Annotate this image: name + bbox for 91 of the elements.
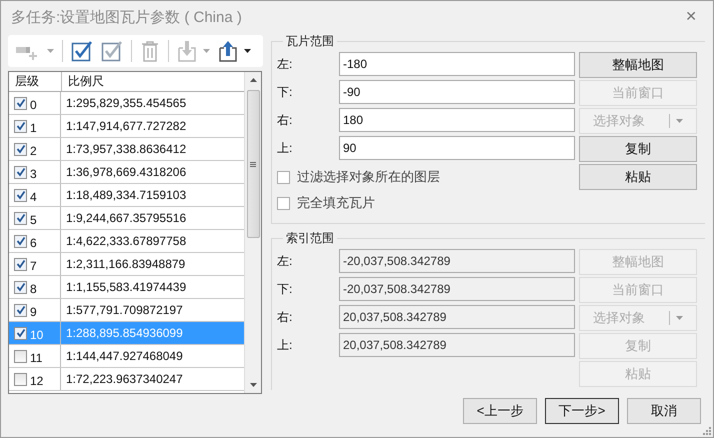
scrollbar[interactable] <box>244 72 261 393</box>
level-text: 9 <box>30 304 37 319</box>
table-row[interactable]: 3 1:36,978,669.4318206 <box>9 161 244 184</box>
caret-icon <box>676 119 683 123</box>
footer-button[interactable]: 取消 <box>627 398 701 424</box>
checkbox[interactable] <box>14 142 27 156</box>
field-label: 左: <box>277 56 294 72</box>
field-label: 右: <box>277 308 294 326</box>
checkbox-icon <box>71 40 93 62</box>
scale-text: 1:577,791.709872197 <box>66 303 183 317</box>
scale-text: 1:2,311,166.83948879 <box>66 257 186 271</box>
checkbox[interactable] <box>14 212 27 224</box>
checkbox-option[interactable]: 完全填充瓦片 <box>277 194 575 212</box>
level-text: 11 <box>30 350 42 365</box>
checkbox[interactable] <box>14 304 27 316</box>
caret-icon <box>244 49 251 53</box>
level-text: 0 <box>30 97 37 112</box>
input-field[interactable]: -90 <box>339 80 575 104</box>
level-text: 8 <box>30 281 37 296</box>
download-icon <box>177 40 197 62</box>
scale-text: 1:36,978,669.4318206 <box>66 165 186 179</box>
field-label: 右: <box>277 112 294 128</box>
footer-button[interactable]: <上一步 <box>463 398 537 424</box>
checkbox-icon <box>101 40 123 62</box>
column-header: 比例尺 <box>67 73 105 90</box>
field-label: 上: <box>277 336 294 354</box>
level-text: 6 <box>30 235 37 250</box>
close-button[interactable]: ✕ <box>681 9 701 25</box>
caret-icon <box>47 49 54 53</box>
level-text: 12 <box>30 373 44 388</box>
action-button[interactable]: 整幅地图 <box>579 52 697 78</box>
checkbox[interactable] <box>14 234 27 248</box>
checkbox[interactable] <box>14 96 27 110</box>
upload-icon <box>218 40 238 62</box>
footer-button[interactable]: 下一步> <box>545 398 619 424</box>
table-row[interactable]: 1 1:147,914,677.727282 <box>9 115 244 138</box>
checkbox[interactable] <box>14 188 27 202</box>
checkbox[interactable] <box>14 350 27 362</box>
table-row[interactable]: 7 1:2,311,166.83948879 <box>9 253 244 276</box>
scale-text: 1:73,957,338.8636412 <box>66 142 186 156</box>
table-row[interactable]: 5 1:9,244,667.35795516 <box>9 207 244 230</box>
scroll-up-icon[interactable] <box>250 78 256 82</box>
level-text: 1 <box>30 120 37 135</box>
group-title: 索引范围 <box>285 230 335 247</box>
field-label: 下: <box>277 280 294 298</box>
level-text: 7 <box>30 258 37 273</box>
checkbox[interactable] <box>14 280 27 294</box>
column-header: 层级 <box>9 72 62 91</box>
checkbox[interactable] <box>14 166 27 178</box>
field-label: 左: <box>277 252 294 270</box>
scale-text: 1:147,914,677.727282 <box>66 119 186 133</box>
level-text: 10 <box>30 327 44 342</box>
table-row[interactable]: 4 1:18,489,334.7159103 <box>9 184 244 207</box>
checkbox[interactable] <box>14 372 27 386</box>
checkbox[interactable] <box>14 120 27 132</box>
scale-text: 1:295,829,355.454565 <box>66 96 186 110</box>
scale-text: 1:1,155,583.41974439 <box>66 280 186 294</box>
table-row[interactable]: 2 1:73,957,338.8636412 <box>9 138 244 161</box>
input-field[interactable]: 90 <box>339 136 575 160</box>
field-label: 上: <box>277 140 294 156</box>
caret-icon <box>203 49 210 53</box>
scale-text: 1:18,489,334.7159103 <box>66 188 186 202</box>
group-title: 瓦片范围 <box>285 33 335 50</box>
input-field[interactable]: -180 <box>339 52 575 76</box>
table-row[interactable]: 8 1:1,155,583.41974439 <box>9 276 244 299</box>
caret-icon <box>676 316 683 320</box>
table-row[interactable]: 11 1:144,447.927468049 <box>9 345 244 368</box>
scale-text: 1:72,223.9637340247 <box>66 372 183 386</box>
table-row[interactable]: 12 1:72,223.9637340247 <box>9 368 244 391</box>
scale-text: 1:4,622,333.67897758 <box>66 234 186 248</box>
level-text: 5 <box>30 212 37 227</box>
checkbox[interactable] <box>14 258 27 270</box>
level-text: 2 <box>30 143 37 158</box>
action-button[interactable]: 复制 <box>579 136 697 162</box>
trash-icon <box>140 40 160 62</box>
action-button[interactable]: 粘贴 <box>579 164 697 190</box>
input-field[interactable]: 180 <box>339 108 575 132</box>
resize-grip-icon[interactable] <box>703 427 711 435</box>
scale-text: 1:144,447.927468049 <box>66 349 183 363</box>
field-label: 下: <box>277 84 294 100</box>
checkbox-option[interactable]: 过滤选择对象所在的图层 <box>277 168 575 186</box>
table-row[interactable]: 6 1:4,622,333.67897758 <box>9 230 244 253</box>
scale-text: 1:9,244,667.35795516 <box>66 211 186 225</box>
level-text: 3 <box>30 166 37 181</box>
checkbox[interactable] <box>14 326 27 340</box>
window-title: 多任务:设置地图瓦片参数 ( China ) <box>11 8 242 26</box>
level-text: 4 <box>30 189 37 204</box>
scale-text: 1:288,895.854936099 <box>66 326 183 340</box>
scroll-down-icon[interactable] <box>250 383 256 387</box>
table-row[interactable]: 0 1:295,829,355.454565 <box>9 92 244 115</box>
grip-icon <box>250 162 256 166</box>
